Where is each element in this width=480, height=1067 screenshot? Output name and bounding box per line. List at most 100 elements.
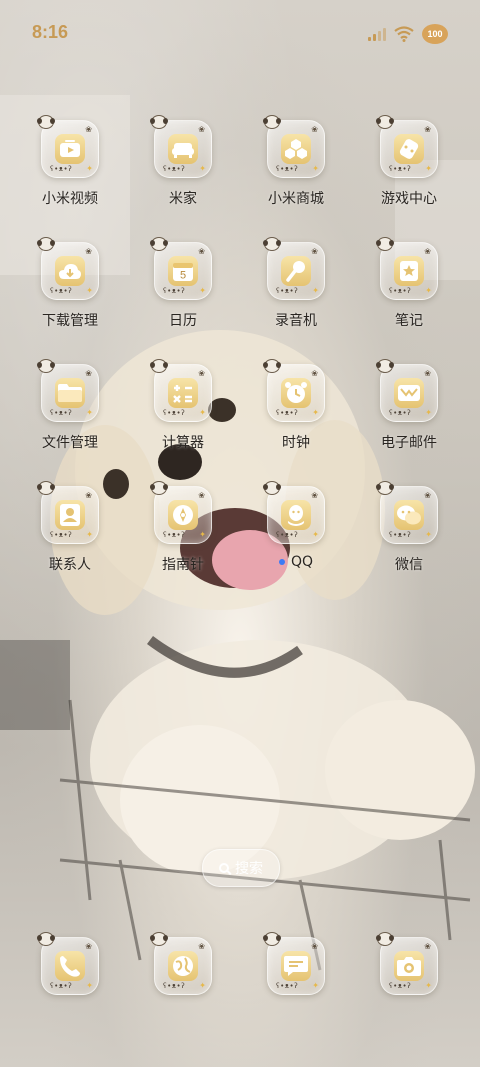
doodle-decoration-icon: ʕ•ᴥ•ʔ (276, 531, 299, 539)
sparkle-icon: ✦ (425, 981, 432, 990)
puppy-badge-icon (263, 115, 281, 129)
doodle-decoration-icon: ʕ•ᴥ•ʔ (276, 287, 299, 295)
app-label: 小米商城 (268, 188, 324, 208)
puppy-badge-icon (150, 359, 168, 373)
paw-icon: ❀ (198, 369, 205, 378)
app-label: 指南针 (162, 554, 204, 574)
puppy-badge-icon (376, 932, 394, 946)
app-label: 计算器 (162, 432, 204, 452)
sparkle-icon: ✦ (86, 530, 93, 539)
browser-globe-icon (168, 951, 198, 981)
app-gamepad[interactable]: ❀ ʕ•ᴥ•ʔ ✦ 游戏中心 (359, 115, 459, 230)
app-label: 米家 (169, 188, 197, 208)
app-label: 文件管理 (42, 432, 98, 452)
sparkle-icon: ✦ (199, 530, 206, 539)
app-sofa[interactable]: ❀ ʕ•ᴥ•ʔ ✦ 米家 (133, 115, 233, 230)
search-button[interactable]: 搜索 (202, 849, 280, 887)
puppy-badge-icon (37, 481, 55, 495)
app-label-text: 笔记 (395, 313, 423, 329)
app-label-text: 小米商城 (268, 191, 324, 207)
sparkle-icon: ✦ (199, 408, 206, 417)
doodle-decoration-icon: ʕ•ᴥ•ʔ (163, 531, 186, 539)
dock-message[interactable]: ❀ ʕ•ᴥ•ʔ ✦ (246, 932, 346, 1047)
sparkle-icon: ✦ (425, 164, 432, 173)
app-label: 录音机 (275, 310, 317, 330)
app-label-text: 时钟 (282, 435, 310, 451)
puppy-badge-icon (263, 237, 281, 251)
app-contact-card[interactable]: ❀ ʕ•ᴥ•ʔ ✦ 联系人 (20, 481, 120, 596)
app-label: 下载管理 (42, 310, 98, 330)
app-chat-bubbles[interactable]: ❀ ʕ•ᴥ•ʔ ✦ 微信 (359, 481, 459, 596)
doodle-decoration-icon: ʕ•ᴥ•ʔ (389, 287, 412, 295)
app-label-text: 微信 (395, 557, 423, 573)
puppy-badge-icon (37, 932, 55, 946)
app-label-text: 文件管理 (42, 435, 98, 451)
app-microphone[interactable]: ❀ ʕ•ᴥ•ʔ ✦ 录音机 (246, 237, 346, 352)
compass-icon (168, 500, 198, 530)
app-label-text: 日历 (169, 313, 197, 329)
doodle-decoration-icon: ʕ•ᴥ•ʔ (50, 287, 73, 295)
sparkle-icon: ✦ (425, 408, 432, 417)
sparkle-icon: ✦ (312, 164, 319, 173)
sparkle-icon: ✦ (199, 286, 206, 295)
dock-camera[interactable]: ❀ ʕ•ᴥ•ʔ ✦ (359, 932, 459, 1047)
search-icon (219, 863, 229, 873)
dock-browser-globe[interactable]: ❀ ʕ•ᴥ•ʔ ✦ (133, 932, 233, 1047)
doodle-decoration-icon: ʕ•ᴥ•ʔ (276, 982, 299, 990)
puppy-badge-icon (150, 481, 168, 495)
app-video-play[interactable]: ❀ ʕ•ᴥ•ʔ ✦ 小米视频 (20, 115, 120, 230)
app-icon-tile: ❀ ʕ•ᴥ•ʔ ✦ (263, 237, 325, 300)
doodle-decoration-icon: ʕ•ᴥ•ʔ (163, 409, 186, 417)
paw-icon: ❀ (424, 125, 431, 134)
puppy-badge-icon (150, 115, 168, 129)
puppy-badge-icon (150, 237, 168, 251)
message-icon (281, 951, 311, 981)
app-penguin[interactable]: ❀ ʕ•ᴥ•ʔ ✦ QQ (246, 481, 346, 596)
sparkle-icon: ✦ (199, 981, 206, 990)
calculator-icon (168, 378, 198, 408)
gamepad-icon (394, 134, 424, 164)
doodle-decoration-icon: ʕ•ᴥ•ʔ (163, 982, 186, 990)
sofa-icon (168, 134, 198, 164)
paw-icon: ❀ (424, 491, 431, 500)
paw-icon: ❀ (198, 247, 205, 256)
doodle-decoration-icon: ʕ•ᴥ•ʔ (389, 165, 412, 173)
dock-phone[interactable]: ❀ ʕ•ᴥ•ʔ ✦ (20, 932, 120, 1047)
puppy-badge-icon (376, 115, 394, 129)
paw-icon: ❀ (311, 942, 318, 951)
app-hexagon-cluster[interactable]: ❀ ʕ•ᴥ•ʔ ✦ 小米商城 (246, 115, 346, 230)
app-compass[interactable]: ❀ ʕ•ᴥ•ʔ ✦ 指南针 (133, 481, 233, 596)
app-label: QQ (278, 554, 314, 570)
paw-icon: ❀ (85, 491, 92, 500)
app-folder[interactable]: ❀ ʕ•ᴥ•ʔ ✦ 文件管理 (20, 359, 120, 474)
dock-icon-tile: ❀ ʕ•ᴥ•ʔ ✦ (376, 932, 438, 995)
puppy-badge-icon (150, 932, 168, 946)
paw-icon: ❀ (85, 369, 92, 378)
puppy-badge-icon (37, 115, 55, 129)
alarm-clock-icon (281, 378, 311, 408)
app-icon-tile: ❀ ʕ•ᴥ•ʔ ✦ (150, 481, 212, 544)
app-notebook-star[interactable]: ❀ ʕ•ᴥ•ʔ ✦ 笔记 (359, 237, 459, 352)
puppy-badge-icon (376, 237, 394, 251)
dock-icon-tile: ❀ ʕ•ᴥ•ʔ ✦ (150, 932, 212, 995)
app-icon-tile: ❀ ʕ•ᴥ•ʔ ✦ (37, 481, 99, 544)
app-calendar[interactable]: ❀ 5 ʕ•ᴥ•ʔ ✦ 日历 (133, 237, 233, 352)
doodle-decoration-icon: ʕ•ᴥ•ʔ (50, 531, 73, 539)
paw-icon: ❀ (85, 942, 92, 951)
app-label: 微信 (395, 554, 423, 574)
notebook-star-icon (394, 256, 424, 286)
paw-icon: ❀ (311, 491, 318, 500)
app-label-text: 联系人 (49, 557, 91, 573)
app-cloud-download[interactable]: ❀ ʕ•ᴥ•ʔ ✦ 下载管理 (20, 237, 120, 352)
app-calculator[interactable]: ❀ ʕ•ᴥ•ʔ ✦ 计算器 (133, 359, 233, 474)
puppy-badge-icon (376, 359, 394, 373)
app-envelope[interactable]: ❀ ʕ•ᴥ•ʔ ✦ 电子邮件 (359, 359, 459, 474)
app-label-text: QQ (290, 554, 314, 570)
paw-icon: ❀ (198, 125, 205, 134)
microphone-icon (281, 256, 311, 286)
wifi-icon (394, 26, 414, 42)
doodle-decoration-icon: ʕ•ᴥ•ʔ (50, 409, 73, 417)
app-alarm-clock[interactable]: ❀ ʕ•ᴥ•ʔ ✦ 时钟 (246, 359, 346, 474)
app-icon-tile: ❀ ʕ•ᴥ•ʔ ✦ (263, 481, 325, 544)
doodle-decoration-icon: ʕ•ᴥ•ʔ (389, 531, 412, 539)
